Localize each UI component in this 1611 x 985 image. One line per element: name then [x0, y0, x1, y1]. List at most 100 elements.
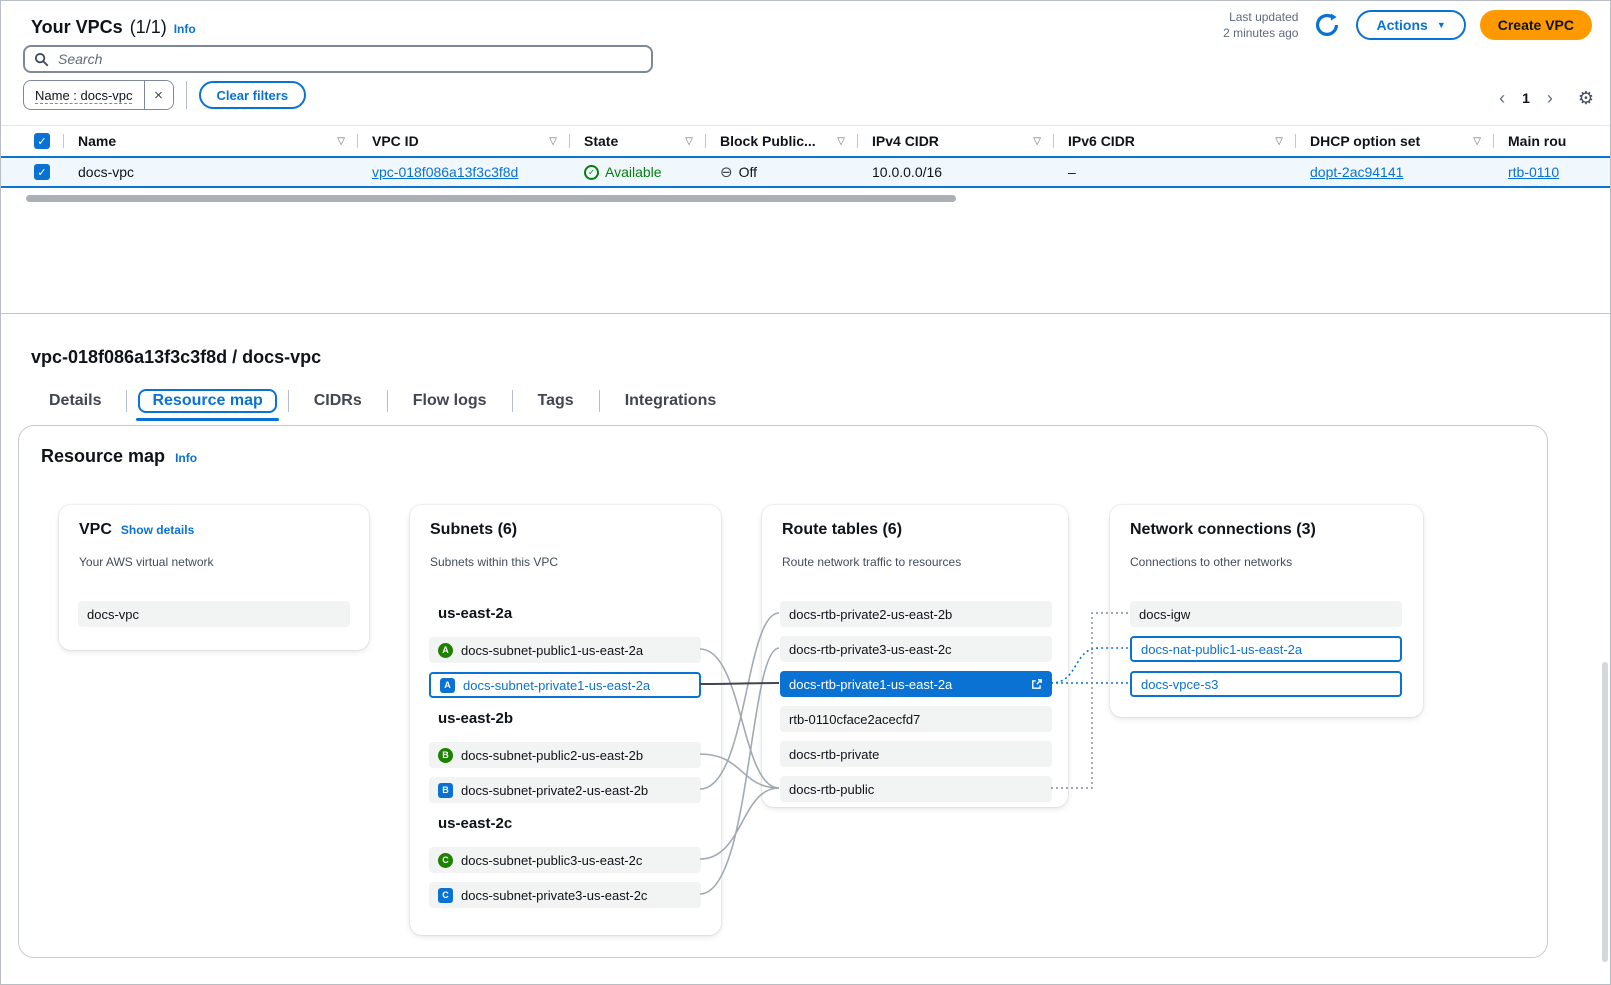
filter-separator — [186, 81, 187, 109]
sort-icon: ▽ — [549, 136, 557, 147]
cell-block-public-access: ⊖ Off — [705, 164, 857, 180]
main-route-table-link[interactable]: rtb-0110 — [1508, 164, 1559, 180]
map-item-route-table-private2[interactable]: docs-rtb-private2-us-east-2b — [780, 601, 1052, 627]
vpc-id-link[interactable]: vpc-018f086a13f3c3f8d — [372, 164, 518, 180]
map-item-route-table-private[interactable]: docs-rtb-private — [780, 741, 1052, 767]
column-header-main-route-table[interactable]: Main rou — [1493, 126, 1610, 156]
private-subnet-icon: C — [438, 888, 453, 903]
map-item-vpc-endpoint-s3[interactable]: docs-vpce-s3 — [1130, 671, 1402, 697]
column-header-ipv4-cidr[interactable]: IPv4 CIDR▽ — [857, 126, 1053, 156]
public-subnet-icon: C — [438, 853, 453, 868]
previous-page-button[interactable]: ‹ — [1497, 89, 1507, 107]
resource-map-info-link[interactable]: Info — [175, 451, 197, 465]
horizontal-scrollbar[interactable] — [26, 195, 956, 202]
current-page[interactable]: 1 — [1522, 90, 1530, 106]
preferences-button[interactable]: ⚙ — [1578, 89, 1594, 107]
cell-ipv6-cidr: – — [1053, 164, 1295, 180]
tab-tags[interactable]: Tags — [520, 384, 592, 418]
map-item-route-table-private1-selected[interactable]: docs-rtb-private1-us-east-2a — [780, 671, 1052, 697]
resource-map-title: Resource map — [41, 446, 165, 467]
next-page-button[interactable]: › — [1545, 89, 1555, 107]
filter-row: Name : docs-vpc × Clear filters — [23, 81, 306, 109]
search-input[interactable] — [56, 50, 642, 68]
detail-tabs: Details Resource map CIDRs Flow logs Tag… — [31, 384, 734, 418]
map-item-subnet-private2[interactable]: B docs-subnet-private2-us-east-2b — [429, 777, 701, 803]
column-header-name[interactable]: Name▽ — [63, 126, 357, 156]
page-title-text: Your VPCs — [31, 17, 123, 38]
refresh-button[interactable] — [1312, 10, 1342, 40]
refresh-icon — [1314, 12, 1340, 38]
tab-flow-logs[interactable]: Flow logs — [395, 384, 505, 418]
check-circle-icon: ✓ — [584, 165, 599, 180]
filter-token-label: Name : docs-vpc — [24, 81, 144, 109]
last-updated: Last updated 2 minutes ago — [1223, 9, 1298, 41]
actions-button[interactable]: Actions ▼ — [1356, 10, 1465, 40]
sort-icon: ▽ — [685, 136, 693, 147]
row-checkbox[interactable]: ✓ — [34, 164, 50, 180]
filter-token[interactable]: Name : docs-vpc × — [23, 80, 174, 110]
vpc-detail-pane: vpc-018f086a13f3c3f8d / docs-vpc Details… — [1, 314, 1610, 984]
dhcp-option-set-link[interactable]: dopt-2ac94141 — [1310, 164, 1403, 180]
column-header-ipv6-cidr[interactable]: IPv6 CIDR▽ — [1053, 126, 1295, 156]
cell-vpc-id: vpc-018f086a13f3c3f8d — [357, 164, 569, 180]
map-item-subnet-private3[interactable]: C docs-subnet-private3-us-east-2c — [429, 882, 701, 908]
map-item-subnet-public3[interactable]: C docs-subnet-public3-us-east-2c — [429, 847, 701, 873]
check-icon: ✓ — [37, 166, 46, 179]
column-header-block-public-access[interactable]: Block Public...▽ — [705, 126, 857, 156]
vpc-card-subtitle: Your AWS virtual network — [79, 555, 214, 569]
tab-details[interactable]: Details — [31, 384, 119, 418]
external-link-icon — [1030, 678, 1043, 691]
create-vpc-button[interactable]: Create VPC — [1480, 10, 1592, 40]
remove-filter-button[interactable]: × — [145, 81, 173, 109]
map-item-route-table-main[interactable]: rtb-0110cface2acecfd7 — [780, 706, 1052, 732]
vpc-detail-title: vpc-018f086a13f3c3f8d / docs-vpc — [31, 347, 321, 368]
vpc-table-row[interactable]: ✓ docs-vpc vpc-018f086a13f3c3f8d ✓ Avail… — [1, 156, 1610, 188]
row-checkbox-cell: ✓ — [1, 164, 63, 180]
cell-main-route-table: rtb-0110 — [1493, 164, 1610, 180]
search-box[interactable] — [23, 45, 653, 73]
actions-button-label: Actions — [1376, 17, 1427, 33]
tab-resource-map[interactable]: Resource map — [134, 384, 280, 418]
public-subnet-icon: A — [438, 643, 453, 658]
block-public-off: ⊖ Off — [720, 164, 757, 180]
page-title: Your VPCs (1/1) Info — [31, 9, 196, 38]
sort-icon: ▽ — [1275, 136, 1283, 147]
az-label-us-east-2a: us-east-2a — [438, 605, 512, 622]
vpcs-info-link[interactable]: Info — [174, 22, 196, 36]
search-icon — [34, 52, 49, 67]
map-item-vpc-docs-vpc[interactable]: docs-vpc — [78, 601, 350, 627]
network-connections-card: Network connections (3) Connections to o… — [1110, 505, 1423, 717]
clear-filters-button[interactable]: Clear filters — [199, 81, 307, 109]
private-subnet-icon: A — [440, 678, 455, 693]
sort-icon: ▽ — [837, 136, 845, 147]
column-header-dhcp-option-set[interactable]: DHCP option set▽ — [1295, 126, 1493, 156]
cell-name: docs-vpc — [63, 164, 357, 180]
tab-divider — [387, 390, 388, 412]
status-available: ✓ Available — [584, 164, 662, 180]
sort-icon: ▽ — [1033, 136, 1041, 147]
map-item-nat-gateway[interactable]: docs-nat-public1-us-east-2a — [1130, 636, 1402, 662]
tab-divider — [288, 390, 289, 412]
subnets-card-title: Subnets (6) — [430, 521, 517, 539]
header-actions: Last updated 2 minutes ago Actions ▼ Cre… — [1223, 9, 1592, 41]
map-item-internet-gateway[interactable]: docs-igw — [1130, 601, 1402, 627]
circled-minus-icon: ⊖ — [720, 165, 733, 180]
vpcs-table: ✓ Name▽ VPC ID▽ State▽ Block Public...▽ … — [1, 125, 1610, 188]
map-item-subnet-private1[interactable]: A docs-subnet-private1-us-east-2a — [429, 672, 701, 698]
check-icon: ✓ — [37, 135, 46, 148]
map-item-route-table-public[interactable]: docs-rtb-public — [780, 776, 1052, 802]
tab-integrations[interactable]: Integrations — [607, 384, 735, 418]
tab-divider — [126, 390, 127, 412]
show-details-link[interactable]: Show details — [121, 523, 194, 537]
map-item-subnet-public2[interactable]: B docs-subnet-public2-us-east-2b — [429, 742, 701, 768]
select-all-checkbox[interactable]: ✓ — [34, 133, 50, 149]
select-all-cell: ✓ — [1, 126, 63, 156]
map-item-route-table-private3[interactable]: docs-rtb-private3-us-east-2c — [780, 636, 1052, 662]
vertical-scrollbar[interactable] — [1602, 662, 1608, 962]
map-item-subnet-public1[interactable]: A docs-subnet-public1-us-east-2a — [429, 637, 701, 663]
tab-cidrs[interactable]: CIDRs — [296, 384, 380, 418]
column-header-state[interactable]: State▽ — [569, 126, 705, 156]
column-header-vpc-id[interactable]: VPC ID▽ — [357, 126, 569, 156]
subnets-card-subtitle: Subnets within this VPC — [430, 555, 558, 569]
cell-dhcp-option-set: dopt-2ac94141 — [1295, 164, 1493, 180]
